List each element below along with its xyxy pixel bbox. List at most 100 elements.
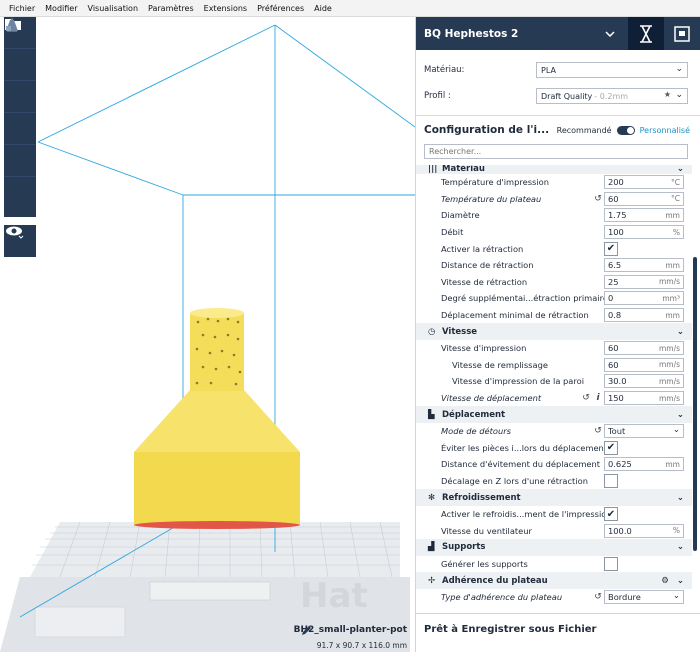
adhesion-type-dropdown[interactable]: Bordure ⌄ (604, 590, 684, 605)
config-header: Configuration de l'i... Recommandé Perso… (416, 116, 700, 144)
menu-preferences[interactable]: Préférences (252, 4, 309, 13)
settings-scrollbar[interactable] (693, 257, 697, 551)
printer-header: BQ Hephestos 2 (416, 17, 700, 50)
supports-icon: ▟ (428, 542, 435, 553)
material-category-icon: ||| (428, 165, 438, 174)
setting-bed-temp: Température du plateau ↺ 60 °C (416, 191, 692, 208)
setting-adhesion-type: Type d'adhérence du plateau ↺ Bordure ⌄ (416, 589, 692, 606)
category-supports[interactable]: ▟ Supports ⌄ (416, 539, 692, 556)
material-label: Matériau: (424, 65, 465, 75)
info-icon[interactable]: i (592, 393, 604, 403)
reset-icon[interactable]: ↺ (592, 592, 604, 602)
setting-combing: Mode de détours ↺ Tout ⌄ (416, 423, 692, 440)
settings-search[interactable] (424, 144, 688, 159)
material-dropdown[interactable]: PLA ⌄ (536, 62, 688, 78)
view-mode-button[interactable] (4, 225, 36, 257)
settings-search-input[interactable] (429, 147, 683, 156)
setting-supports-generate: Générer les supports (416, 556, 692, 573)
per-model-icon (6, 20, 18, 31)
reset-icon[interactable]: ↺ (580, 393, 592, 403)
setting-avoid-parts: Éviter les pièces i...lors du déplacemen… (416, 440, 692, 457)
menu-extensions[interactable]: Extensions (199, 4, 252, 13)
z-hop-checkbox[interactable] (604, 473, 618, 488)
diameter-input[interactable]: 1.75 mm (604, 208, 684, 223)
save-status-title: Prêt à Enregistrer sous Fichier (424, 624, 597, 635)
setting-travel-speed: Vitesse de déplacement ↺ i 150 mm/s (416, 390, 692, 407)
profile-dropdown[interactable]: Draft Quality - 0.2mm ★ ⌄ (536, 88, 688, 104)
travel-icon: ▙ (428, 409, 435, 420)
setting-infill-speed: Vitesse de remplissage 60 mm/s (416, 357, 692, 374)
setting-flow: Débit 100% (416, 224, 692, 241)
check-icon: ✔ (606, 442, 616, 454)
chevron-down-icon: ⌄ (676, 492, 684, 503)
chevron-down-icon: ⌄ (672, 591, 680, 602)
printer-selector[interactable]: BQ Hephestos 2 (416, 28, 592, 40)
retraction-distance-input[interactable]: 6.5 mm (604, 258, 684, 273)
profile-label: Profil : (424, 91, 451, 101)
reset-icon[interactable]: ↺ (592, 426, 604, 436)
bed-temp-input[interactable]: 60 °C (604, 191, 684, 206)
menu-modifier[interactable]: Modifier (40, 4, 82, 13)
chevron-down-icon: ⌄ (676, 409, 684, 420)
move-tool-button[interactable] (4, 17, 36, 81)
mode-toggle[interactable] (616, 125, 635, 135)
chevron-down-icon: ⌄ (675, 64, 683, 74)
star-icon[interactable]: ★ (664, 90, 671, 99)
travel-speed-input[interactable]: 150 mm/s (604, 391, 684, 406)
retraction-extra-input[interactable]: 0 mm³ (604, 291, 684, 306)
monitor-mode-button[interactable] (664, 17, 700, 50)
print-speed-input[interactable]: 60 mm/s (604, 341, 684, 356)
edit-pencil-icon[interactable] (300, 625, 312, 637)
setting-avoid-distance: Distance d'évitement du déplacement 0.62… (416, 456, 692, 473)
avoid-distance-input[interactable]: 0.625 mm (604, 457, 684, 472)
menu-parametres[interactable]: Paramètres (143, 4, 199, 13)
rotate-tool-button[interactable] (4, 20, 36, 145)
category-materiau[interactable]: ||| Matériau ⌄ (416, 165, 692, 174)
flow-input[interactable]: 100% (604, 225, 684, 240)
setting-wall-speed: Vitesse d'impression de la paroi 30.0 mm/… (416, 373, 692, 390)
fan-speed-input[interactable]: 100.0% (604, 523, 684, 538)
check-icon: ✔ (606, 508, 616, 520)
category-refroidissement[interactable]: ✻ Refroidissement ⌄ (416, 489, 692, 506)
avoid-parts-checkbox[interactable]: ✔ (604, 440, 618, 455)
setting-cooling-enable: Activer le refroidis...ment de l'impress… (416, 506, 692, 523)
category-vitesse[interactable]: ◷ Vitesse ⌄ (416, 323, 692, 340)
menu-bar: Fichier Modifier Visualisation Paramètre… (0, 0, 700, 17)
category-deplacement[interactable]: ▙ Déplacement ⌄ (416, 406, 692, 423)
prepare-mode-button[interactable] (628, 17, 664, 50)
profile-value: Draft Quality (541, 91, 593, 101)
reset-icon[interactable]: ↺ (592, 194, 604, 204)
chevron-down-icon: ⌄ (676, 326, 684, 337)
setting-diameter: Diamètre 1.75 mm (416, 207, 692, 224)
menu-fichier[interactable]: Fichier (4, 4, 40, 13)
retraction-enable-checkbox[interactable]: ✔ (604, 241, 618, 256)
print-temp-input[interactable]: 200 °C (604, 175, 684, 190)
eye-icon (6, 226, 24, 239)
mirror-tool-button[interactable] (4, 19, 36, 177)
printer-dropdown-button[interactable] (592, 17, 628, 50)
wall-speed-input[interactable]: 30.0 mm/s (604, 374, 684, 389)
speed-icon: ◷ (428, 326, 436, 337)
combing-dropdown[interactable]: Tout ⌄ (604, 424, 684, 439)
retraction-speed-input[interactable]: 25 mm/s (604, 274, 684, 289)
save-footer: Prêt à Enregistrer sous Fichier (416, 613, 700, 652)
menu-aide[interactable]: Aide (309, 4, 337, 13)
recommended-mode-label[interactable]: Recommandé (557, 126, 612, 135)
menu-visualisation[interactable]: Visualisation (83, 4, 144, 13)
supports-generate-checkbox[interactable] (604, 556, 618, 571)
scale-tool-button[interactable] (4, 21, 36, 113)
profile-row: Profil : Draft Quality - 0.2mm ★ ⌄ (416, 85, 700, 107)
per-model-settings-button[interactable] (4, 20, 36, 209)
profile-hint: - 0.2mm (594, 91, 629, 101)
custom-mode-label[interactable]: Personnalisé (640, 126, 690, 135)
retraction-min-input[interactable]: 0.8 mm (604, 308, 684, 323)
cooling-enable-checkbox[interactable]: ✔ (604, 507, 618, 522)
base-panel (34, 606, 126, 638)
3d-viewport[interactable]: Hat BH2_small-planter-pot 91.7 x 90.7 x … (0, 17, 415, 652)
infill-speed-input[interactable]: 60 mm/s (604, 357, 684, 372)
object-info: BH2_small-planter-pot 91.7 x 90.7 x 116.… (294, 625, 407, 651)
left-toolbar (4, 17, 36, 217)
gear-icon[interactable]: ⚙ (661, 576, 669, 586)
chevron-down-icon: ⌄ (672, 425, 680, 436)
category-adherence[interactable]: ✢ Adhérence du plateau ⚙ ⌄ (416, 572, 692, 589)
